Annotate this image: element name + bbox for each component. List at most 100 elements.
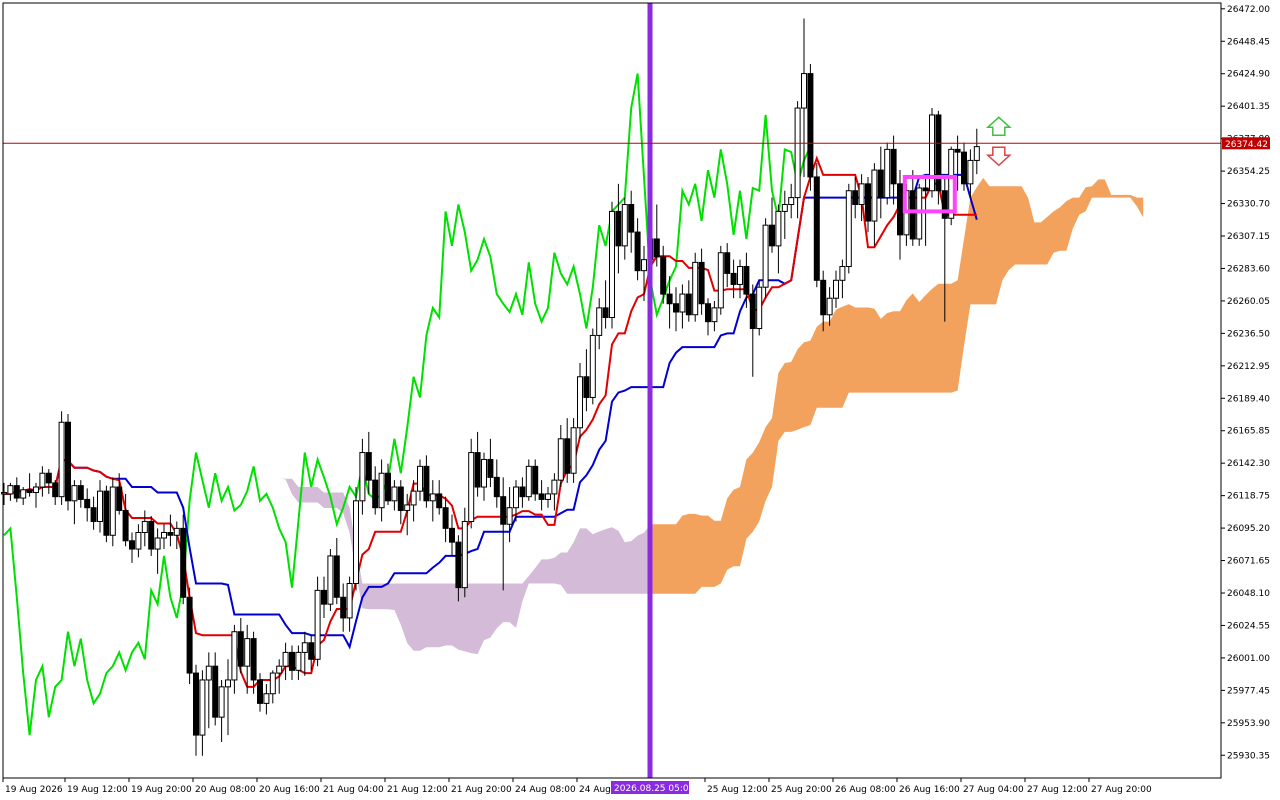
candle-bull bbox=[353, 500, 359, 584]
candle-bull bbox=[161, 532, 167, 539]
candle-bear bbox=[442, 507, 449, 529]
y-tick-label: 25953.90 bbox=[1227, 719, 1270, 729]
candle-bull bbox=[391, 486, 398, 502]
candle-bull bbox=[314, 589, 321, 660]
candle-bear bbox=[961, 151, 967, 185]
candle-bear bbox=[65, 421, 71, 502]
candle-bull bbox=[839, 266, 846, 281]
x-tick-label: 25 Aug 20:00 bbox=[771, 785, 832, 795]
candle-bear bbox=[13, 485, 20, 499]
candle-bull bbox=[173, 527, 180, 536]
y-tick-label: 26236.50 bbox=[1227, 329, 1270, 339]
candle-bull bbox=[845, 190, 852, 268]
candle-bear bbox=[583, 376, 590, 398]
candle-bear bbox=[634, 231, 641, 272]
candle-bear bbox=[103, 490, 110, 536]
x-tick-label: 19 Aug 12:00 bbox=[67, 785, 128, 795]
x-tick-label: 26 Aug 16:00 bbox=[899, 785, 960, 795]
x-tick-label: 21 Aug 04:00 bbox=[323, 785, 384, 795]
candle-bull bbox=[801, 73, 807, 109]
y-tick-label: 26165.85 bbox=[1227, 427, 1270, 437]
candle-bull bbox=[58, 421, 65, 498]
plot-frame bbox=[2, 2, 1222, 779]
y-tick-label: 26260.05 bbox=[1227, 297, 1270, 307]
candle-bull bbox=[109, 486, 116, 536]
candle-bear bbox=[193, 672, 199, 736]
candle-bull bbox=[218, 686, 225, 718]
x-tick-label: 25 Aug 12:00 bbox=[707, 785, 768, 795]
candle-bear bbox=[769, 224, 775, 247]
candle-bear bbox=[289, 651, 295, 671]
candle-bull bbox=[33, 486, 39, 494]
candle-bull bbox=[20, 489, 27, 499]
candle-bull bbox=[545, 493, 551, 500]
y-tick-label: 26354.25 bbox=[1227, 167, 1270, 177]
candle-bull bbox=[794, 107, 801, 199]
candle-bear bbox=[493, 476, 500, 498]
candle-bear bbox=[250, 638, 257, 681]
candle-bull bbox=[621, 204, 628, 247]
x-tick-label: 24 Aug bbox=[579, 785, 611, 795]
candle-bull bbox=[711, 307, 718, 323]
chart-window[interactable]: 26472.0026448.4526424.9026401.3526377.80… bbox=[0, 0, 1280, 800]
candle-bear bbox=[84, 498, 91, 509]
x-tick-label: 19 Aug 20:00 bbox=[131, 785, 192, 795]
candle-bear bbox=[212, 665, 219, 718]
y-tick-label: 26472.00 bbox=[1227, 5, 1270, 15]
candle-bull bbox=[762, 224, 769, 288]
candle-bear bbox=[705, 303, 711, 323]
candle-bull bbox=[39, 472, 46, 488]
candle-bull bbox=[135, 532, 142, 550]
candle-bull bbox=[596, 307, 603, 336]
candle-bear bbox=[397, 486, 404, 511]
candle-bear bbox=[333, 555, 340, 598]
candle-bull bbox=[231, 631, 238, 681]
x-tick-label: 27 Aug 04:00 bbox=[963, 785, 1024, 795]
candle-bull bbox=[916, 187, 923, 240]
candle-bear bbox=[237, 631, 244, 667]
candle-bull bbox=[884, 148, 891, 199]
candle-bull bbox=[506, 507, 513, 525]
price-chart[interactable]: 26472.0026448.4526424.9026401.3526377.80… bbox=[0, 0, 1280, 800]
candle-bull bbox=[276, 665, 283, 674]
candle-bear bbox=[365, 452, 372, 481]
candle-bear bbox=[180, 527, 187, 598]
candle-bear bbox=[922, 187, 929, 192]
candle-bull bbox=[429, 493, 436, 502]
candle-bull bbox=[404, 504, 411, 511]
candle-bull bbox=[141, 520, 148, 534]
kijun-sen-line bbox=[4, 173, 978, 650]
candle-bull bbox=[481, 458, 487, 488]
y-tick-label: 26307.15 bbox=[1227, 232, 1270, 242]
candle-bear bbox=[538, 493, 545, 500]
candle-bull bbox=[468, 452, 475, 522]
candle-bull bbox=[737, 266, 743, 285]
candle-bear bbox=[500, 496, 507, 525]
candle-bull bbox=[679, 293, 686, 313]
candle-bull bbox=[756, 286, 763, 330]
y-tick-label: 26142.30 bbox=[1227, 459, 1270, 469]
candle-bear bbox=[909, 190, 916, 240]
x-tick-label: 26 Aug 08:00 bbox=[835, 785, 896, 795]
candle-bear bbox=[865, 183, 871, 222]
candle-bull bbox=[551, 479, 558, 495]
candle-bull bbox=[871, 169, 878, 222]
candle-bull bbox=[295, 651, 302, 671]
candle-bull bbox=[557, 438, 564, 481]
candle-bear bbox=[487, 458, 494, 478]
candle-bull bbox=[692, 261, 699, 316]
candle-bull bbox=[97, 490, 103, 522]
candle-bull bbox=[833, 279, 839, 299]
candle-bear bbox=[372, 479, 379, 509]
candle-bull bbox=[417, 465, 423, 492]
candle-bear bbox=[186, 596, 193, 674]
x-tick-label: 21 Aug 20:00 bbox=[451, 785, 512, 795]
y-tick-label: 26095.20 bbox=[1227, 524, 1270, 534]
y-tick-label: 25977.45 bbox=[1227, 686, 1270, 696]
candle-bull bbox=[513, 486, 519, 509]
candle-bear bbox=[45, 472, 52, 484]
candle-bear bbox=[807, 73, 814, 178]
candle-bear bbox=[813, 176, 820, 281]
candle-bear bbox=[820, 279, 827, 316]
x-axis: 19 Aug 2026 19 Aug 12:00 19 Aug 20:00 20 Au… bbox=[2, 778, 1152, 795]
